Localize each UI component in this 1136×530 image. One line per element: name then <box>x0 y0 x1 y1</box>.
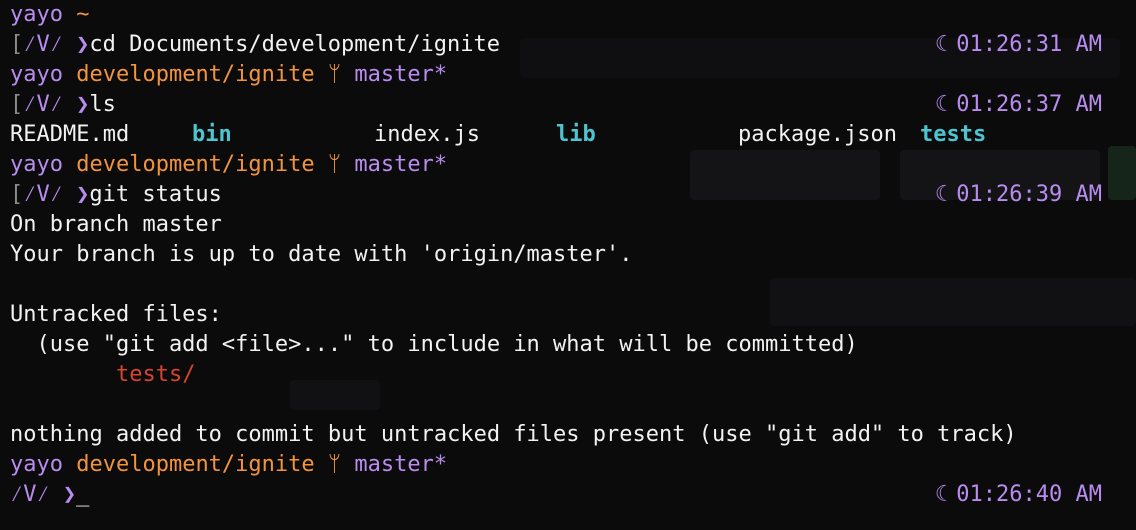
prompt-symbol-icon: ⁄V⁄ ❯ <box>10 482 77 507</box>
moon-icon: ☾ <box>935 32 949 57</box>
output-line: On branch master <box>10 212 222 237</box>
command-line: [⁄V⁄ ❯ls ☾ 01:26:37 AM <box>0 90 1136 120</box>
dir-lib[interactable]: lib <box>556 120 596 150</box>
output-line: Your branch is up to date with 'origin/m… <box>10 242 633 267</box>
text-cursor[interactable]: _ <box>76 482 89 507</box>
output-blank <box>0 390 1136 420</box>
command-line: [⁄V⁄ ❯git status ☾ 01:26:39 AM <box>0 180 1136 210</box>
untracked-file[interactable]: tests/ <box>116 362 195 387</box>
prompt-user: yayo <box>10 452 63 477</box>
output-line: Untracked files: <box>10 302 222 327</box>
moon-icon: ☾ <box>935 92 949 117</box>
file-index[interactable]: index.js <box>374 120 480 150</box>
timestamp: ☾ 01:26:31 AM <box>935 30 1102 60</box>
prompt-symbol-icon: ⁄V⁄ ❯ <box>23 32 90 57</box>
output-line: (use "git add <file>..." to include in w… <box>10 332 858 357</box>
prompt-user: yayo <box>10 152 63 177</box>
prompt-header: yayo ~ <box>0 0 1136 30</box>
prompt-path: ~ <box>76 2 90 27</box>
timestamp: ☾ 01:26:40 AM <box>935 480 1102 510</box>
branch-icon: ᛘ <box>327 452 342 477</box>
git-branch: master* <box>354 452 448 477</box>
prompt-user: yayo <box>10 62 63 87</box>
prompt-path: development/ignite <box>76 62 315 87</box>
command-text: git status <box>89 182 222 207</box>
git-branch: master* <box>354 62 448 87</box>
terminal-output[interactable]: yayo ~ [⁄V⁄ ❯cd Documents/development/ig… <box>0 0 1136 510</box>
timestamp: ☾ 01:26:39 AM <box>935 180 1102 210</box>
dir-tests[interactable]: tests <box>920 120 986 150</box>
command-line: [⁄V⁄ ❯cd Documents/development/ignite ☾ 01… <box>0 30 1136 60</box>
prompt-header: yayo development/ignite ᛘ master* <box>0 450 1136 480</box>
prompt-user: yayo <box>10 2 63 27</box>
command-input-line[interactable]: ⁄V⁄ ❯_ ☾ 01:26:40 AM <box>0 480 1136 510</box>
moon-icon: ☾ <box>935 182 949 207</box>
prompt-symbol-icon: ⁄V⁄ ❯ <box>23 182 90 207</box>
moon-icon: ☾ <box>935 482 949 507</box>
ls-output: README.md bin index.js lib package.json … <box>0 120 1136 150</box>
command-text: cd Documents/development/ignite <box>89 32 500 57</box>
timestamp: ☾ 01:26:37 AM <box>935 90 1102 120</box>
dir-bin[interactable]: bin <box>192 120 232 150</box>
prompt-path: development/ignite <box>76 452 315 477</box>
file-package-json[interactable]: package.json <box>738 120 897 150</box>
output-line: nothing added to commit but untracked fi… <box>10 422 1017 447</box>
prompt-path: development/ignite <box>76 152 315 177</box>
branch-icon: ᛘ <box>327 152 342 177</box>
file-readme[interactable]: README.md <box>10 120 129 150</box>
prompt-symbol-icon: ⁄V⁄ ❯ <box>23 92 90 117</box>
command-text: ls <box>89 92 116 117</box>
branch-icon: ᛘ <box>327 62 342 87</box>
prompt-header: yayo development/ignite ᛘ master* <box>0 60 1136 90</box>
output-blank <box>0 270 1136 300</box>
prompt-header: yayo development/ignite ᛘ master* <box>0 150 1136 180</box>
untracked-line: tests/ <box>0 360 1136 390</box>
git-branch: master* <box>354 152 448 177</box>
